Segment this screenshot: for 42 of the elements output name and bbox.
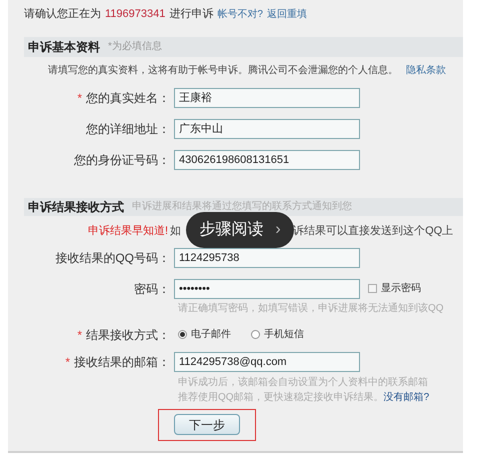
field-label: 接收结果的QQ号码： bbox=[55, 250, 170, 266]
radio-button[interactable] bbox=[178, 330, 187, 339]
email-note: 申诉成功后，该邮箱会自动设置为个人资料中的联系邮箱 bbox=[178, 376, 429, 390]
field-label: 结果接收方式： bbox=[86, 326, 170, 344]
notice-text: 如 bbox=[170, 224, 182, 240]
notice-text: 诉结果可以直接发送到这个QQ上 bbox=[293, 224, 454, 240]
checkbox-label: 显示密码 bbox=[381, 282, 421, 296]
wrong-account-link[interactable]: 帐号不对? bbox=[217, 6, 263, 22]
section-title: 申诉基本资料 bbox=[28, 38, 100, 56]
required-asterisk: * bbox=[65, 354, 70, 370]
radio-button[interactable] bbox=[251, 330, 260, 339]
no-email-link[interactable]: 没有邮箱? bbox=[384, 390, 430, 404]
email-note: 推荐使用QQ邮箱，更快速稳定接收申诉结果。 bbox=[178, 390, 384, 404]
next-button[interactable]: 下一步 bbox=[174, 414, 240, 435]
confirm-text: 进行申诉 bbox=[169, 7, 214, 22]
radio-label: 电子邮件 bbox=[191, 328, 231, 342]
email-field[interactable]: 1124295738@qq.com bbox=[174, 352, 360, 372]
password-hint: 请正确填写密码，如填写错误，申诉进展将无法通知到该QQ bbox=[178, 302, 445, 316]
section-title: 申诉结果接收方式 bbox=[28, 198, 124, 216]
required-asterisk: * bbox=[77, 90, 82, 106]
field-label: 您的真实姓名： bbox=[86, 90, 170, 106]
step-reading-button[interactable]: 步骤阅读 › bbox=[186, 212, 294, 248]
section-subtitle: 申诉进展和结果将通过您填写的联系方式通知到您 bbox=[132, 200, 352, 214]
radio-label: 手机短信 bbox=[264, 328, 304, 342]
text-field[interactable]: 王康裕 bbox=[174, 88, 360, 108]
notice-title: 申诉结果早知道! bbox=[88, 224, 168, 240]
field-label: 您的身份证号码： bbox=[74, 152, 170, 168]
go-back-link[interactable]: 返回重填 bbox=[266, 6, 307, 22]
field-label: 密码： bbox=[134, 280, 170, 298]
confirm-text: 请确认您正在为 bbox=[24, 7, 101, 22]
intro-text: 请填写您的真实资料，这将有助于帐号申诉。腾讯公司不会泄漏您的个人信息。 bbox=[48, 64, 398, 78]
required-asterisk: * bbox=[77, 326, 82, 344]
text-field[interactable]: 广东中山 bbox=[174, 118, 360, 138]
privacy-link[interactable]: 隐私条款 bbox=[406, 62, 446, 78]
password-field[interactable]: •••••••• bbox=[174, 278, 360, 298]
field-label: 您的详细地址： bbox=[86, 120, 170, 138]
show-password-checkbox[interactable] bbox=[368, 284, 377, 293]
qq-number-field[interactable]: 1124295738 bbox=[174, 248, 360, 268]
required-note: *为必填信息 bbox=[108, 40, 162, 54]
text-field[interactable]: 430626198608131651 bbox=[174, 150, 360, 170]
account-number: 1196973341 bbox=[105, 7, 166, 22]
field-label: 接收结果的邮箱： bbox=[74, 354, 170, 370]
